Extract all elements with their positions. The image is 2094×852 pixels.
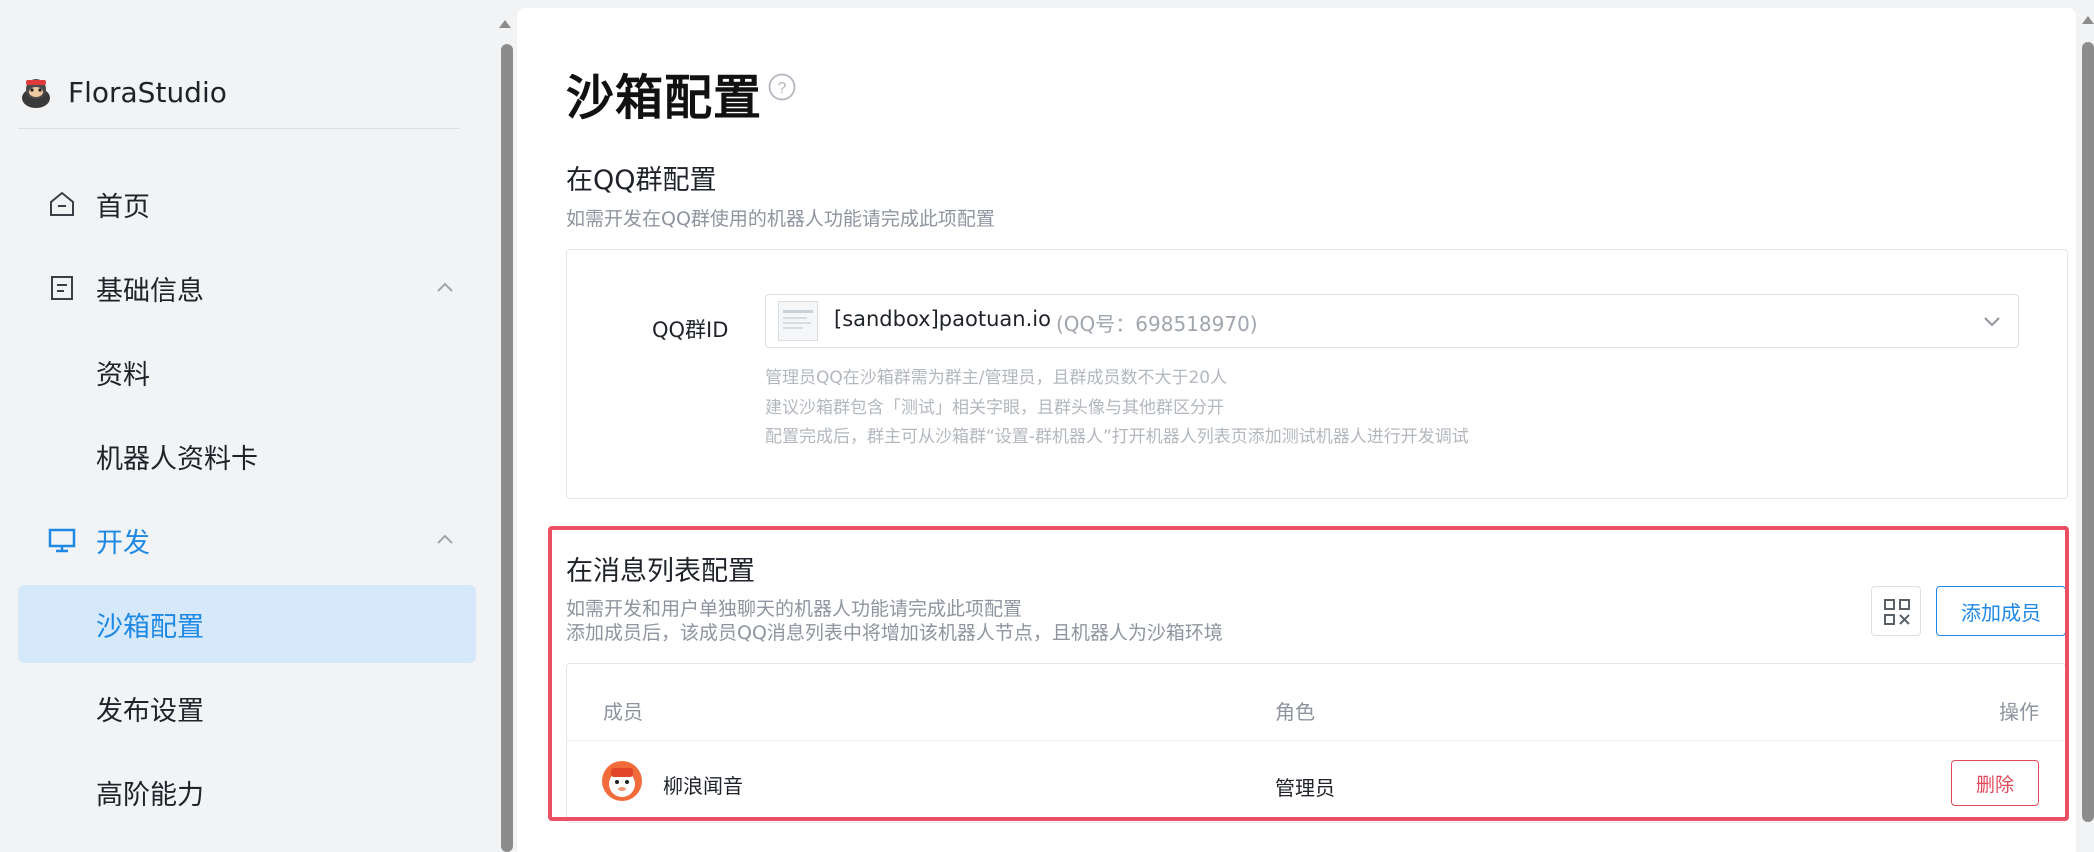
sidebar-item-publish-settings[interactable]: 发布设置 <box>18 669 476 747</box>
member-table: 成员 角色 操作 柳浪闻音 管理员 删除 <box>566 663 2066 823</box>
qr-code-icon <box>1884 599 1910 625</box>
sidebar-item-label: 资料 <box>96 359 150 391</box>
qq-group-section-title: 在QQ群配置 <box>566 165 717 196</box>
delete-member-button[interactable]: 删除 <box>1951 760 2039 806</box>
chevron-down-icon <box>1984 317 2000 327</box>
add-member-button[interactable]: 添加成员 <box>1936 586 2066 636</box>
svg-text:?: ? <box>778 80 787 97</box>
sidebar-item-label: 沙箱配置 <box>96 611 204 643</box>
sidebar-item-advanced[interactable]: 高阶能力 <box>18 753 476 831</box>
chevron-up-icon <box>437 282 453 292</box>
main-content: 沙箱配置 ? 在QQ群配置 如需开发在QQ群使用的机器人功能请完成此项配置 QQ… <box>517 8 2076 852</box>
qq-group-section-description: 如需开发在QQ群使用的机器人功能请完成此项配置 <box>566 208 995 230</box>
group-avatar-icon <box>783 310 813 329</box>
member-role: 管理员 <box>1275 776 1335 800</box>
sidebar: FloraStudio 首页 基础信息 资料 机器人资料卡 开发 沙箱配置 发布… <box>0 0 495 852</box>
sidebar-item-label: 开发 <box>96 527 150 559</box>
home-icon <box>50 191 74 216</box>
sidebar-item-label: 首页 <box>96 191 150 223</box>
sidebar-scrollbar-thumb[interactable] <box>501 44 513 852</box>
qq-group-hint: 管理员QQ在沙箱群需为群主/管理员，且群成员数不大于20人 <box>765 368 1228 388</box>
document-icon <box>51 276 73 300</box>
sidebar-item-sandbox-config[interactable]: 沙箱配置 <box>18 585 476 663</box>
message-list-description: 如需开发和用户单独聊天的机器人功能请完成此项配置 <box>566 598 1023 620</box>
qq-group-hint: 配置完成后，群主可从沙箱群“设置-群机器人”打开机器人列表页添加测试机器人进行开… <box>765 427 1469 447</box>
qq-group-number: (QQ号：698518970) <box>1056 312 1258 336</box>
sidebar-item-profile[interactable]: 资料 <box>18 333 476 411</box>
sidebar-item-label: 高阶能力 <box>96 779 204 811</box>
chevron-up-icon <box>437 534 453 544</box>
brand-name: FloraStudio <box>68 75 227 109</box>
help-icon[interactable]: ? <box>767 72 797 102</box>
sidebar-item-label: 机器人资料卡 <box>96 443 258 475</box>
brand-logo-icon <box>22 79 50 108</box>
group-avatar <box>778 301 818 341</box>
qq-group-id-label: QQ群ID <box>652 318 729 342</box>
main-scrollbar-thumb[interactable] <box>2082 42 2094 822</box>
sidebar-item-robot-card[interactable]: 机器人资料卡 <box>18 417 476 495</box>
table-header-role: 角色 <box>1275 700 1315 724</box>
qq-group-config-card: QQ群ID [sandbox]paotuan.io (QQ号：698518970… <box>566 249 2068 499</box>
monitor-icon <box>48 528 76 553</box>
message-list-section-title: 在消息列表配置 <box>566 556 755 587</box>
avatar <box>602 761 642 801</box>
sidebar-item-home[interactable]: 首页 <box>18 165 476 243</box>
member-name: 柳浪闻音 <box>663 774 743 798</box>
qq-group-hint: 建议沙箱群包含「测试」相关字眼，且群头像与其他群区分开 <box>765 398 1224 418</box>
table-header-member: 成员 <box>603 700 643 724</box>
scroll-up-arrow-icon[interactable] <box>2082 16 2094 24</box>
page-title: 沙箱配置 <box>566 70 763 126</box>
sidebar-item-label: 基础信息 <box>96 275 204 307</box>
qq-group-name: [sandbox]paotuan.io <box>834 307 1051 331</box>
table-divider <box>567 740 2065 741</box>
qr-code-button[interactable] <box>1871 586 1921 636</box>
brand-divider <box>18 128 460 129</box>
table-header-action: 操作 <box>1999 700 2039 724</box>
sidebar-item-development[interactable]: 开发 <box>18 501 476 579</box>
qq-group-select[interactable]: [sandbox]paotuan.io (QQ号：698518970) <box>765 294 2019 348</box>
scroll-up-arrow-icon[interactable] <box>499 20 511 28</box>
message-list-description: 添加成员后，该成员QQ消息列表中将增加该机器人节点，且机器人为沙箱环境 <box>566 622 1223 644</box>
sidebar-item-basic-info[interactable]: 基础信息 <box>18 249 476 327</box>
sidebar-item-label: 发布设置 <box>96 695 204 727</box>
brand[interactable]: FloraStudio <box>18 68 227 116</box>
